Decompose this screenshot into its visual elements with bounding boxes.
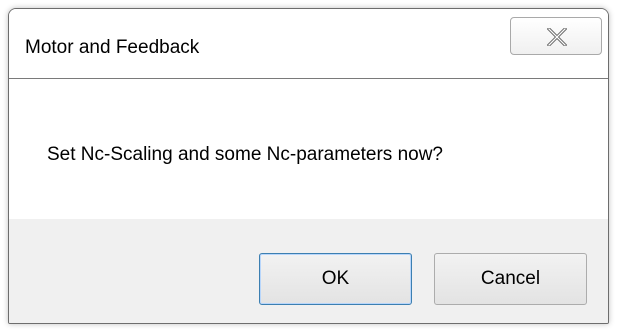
ok-button[interactable]: OK	[259, 253, 412, 305]
window-title: Motor and Feedback	[25, 37, 200, 58]
message-dialog: Motor and Feedback Set Nc-Scaling and so…	[8, 8, 609, 324]
button-bar: OK Cancel	[9, 219, 608, 323]
close-button[interactable]	[510, 17, 602, 55]
cancel-button[interactable]: Cancel	[434, 253, 587, 305]
dialog-content: Set Nc-Scaling and some Nc-parameters no…	[9, 79, 608, 219]
title-bar: Motor and Feedback	[9, 9, 608, 79]
dialog-message: Set Nc-Scaling and some Nc-parameters no…	[47, 144, 444, 165]
close-icon	[547, 28, 567, 46]
